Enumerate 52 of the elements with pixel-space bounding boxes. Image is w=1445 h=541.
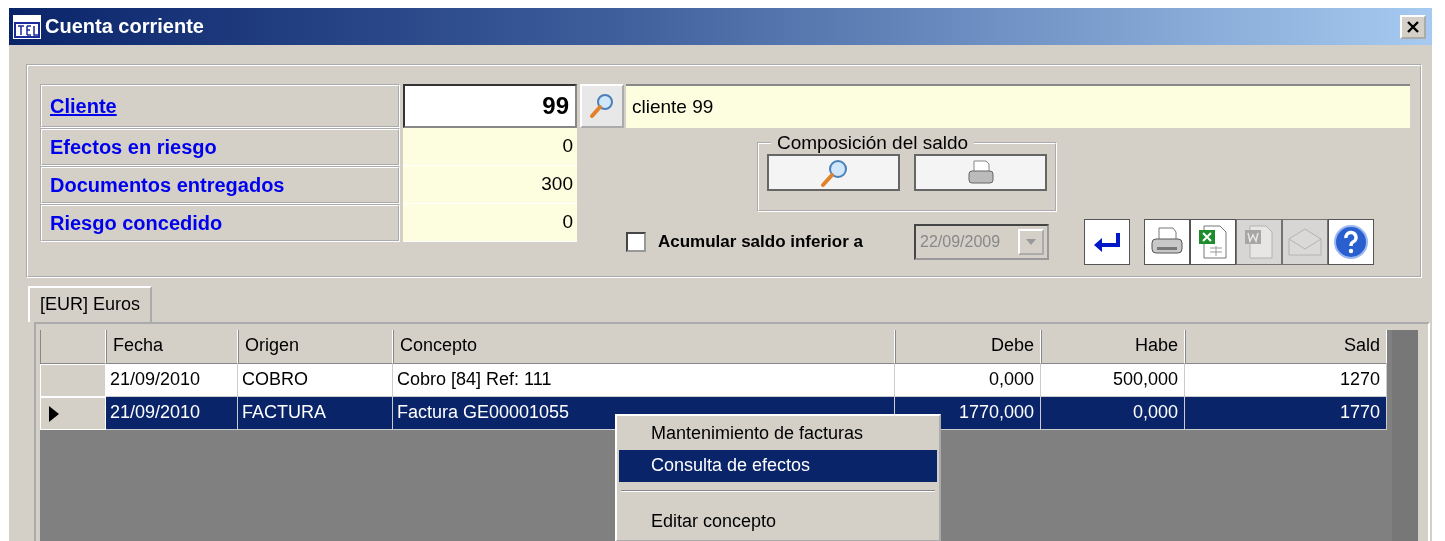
column-header[interactable]: Habe xyxy=(1041,330,1185,364)
print-button[interactable] xyxy=(1144,219,1190,265)
table-cell: FACTURA xyxy=(238,397,393,430)
envelope-icon xyxy=(1287,227,1323,257)
table-cell: 500,000 xyxy=(1041,364,1185,397)
table-cell: COBRO xyxy=(238,364,393,397)
field-label: Efectos en riesgo xyxy=(40,128,400,166)
search-icon xyxy=(588,92,616,120)
value-field: 300 xyxy=(403,166,577,204)
table-cell: 1770 xyxy=(1185,397,1387,430)
return-arrow-icon xyxy=(1092,230,1122,254)
document-icon xyxy=(1242,224,1276,260)
row-pointer-icon xyxy=(49,405,59,422)
column-header[interactable]: Fecha xyxy=(106,330,238,364)
printer-icon xyxy=(965,158,996,187)
table-cell: 0,000 xyxy=(895,364,1041,397)
client-link[interactable]: Cliente xyxy=(40,84,400,128)
close-icon xyxy=(1406,19,1420,34)
client-code-field[interactable]: 99 xyxy=(403,84,577,128)
value-field: 0 xyxy=(403,128,577,166)
help-button[interactable] xyxy=(1328,219,1374,265)
table-cell: 1270 xyxy=(1185,364,1387,397)
dropdown-icon xyxy=(1026,239,1036,245)
column-header[interactable]: Debe xyxy=(895,330,1041,364)
column-header[interactable]: Origen xyxy=(238,330,393,364)
table-cell: Cobro [84] Ref: 111 xyxy=(393,364,895,397)
table-cell: 0,000 xyxy=(1041,397,1185,430)
close-button[interactable] xyxy=(1400,14,1426,39)
view-button[interactable] xyxy=(767,154,900,191)
menu-item[interactable]: Consulta de efectos xyxy=(619,450,937,482)
search-button[interactable] xyxy=(580,84,624,128)
table-row[interactable]: 21/09/2010 COBRO Cobro [84] Ref: 111 0,000 500,000 1270 xyxy=(40,364,1387,397)
window-title: Cuenta corriente xyxy=(45,15,205,38)
value-field: 0 xyxy=(403,204,577,242)
column-header[interactable]: Sald xyxy=(1185,330,1387,364)
excel-button[interactable] xyxy=(1190,219,1236,265)
return-button[interactable] xyxy=(1084,219,1130,265)
currency-tab[interactable]: [EUR] Euros xyxy=(28,286,153,322)
spreadsheet-icon xyxy=(1196,224,1230,260)
menu-item[interactable]: Editar concepto xyxy=(619,506,937,538)
row-header xyxy=(40,330,106,364)
help-icon xyxy=(1333,224,1369,260)
checkbox-label: Acumular saldo inferior a xyxy=(658,232,864,252)
group-title: Composición del saldo xyxy=(776,132,970,154)
app-icon xyxy=(13,14,41,39)
field-label: Riesgo concedido xyxy=(40,204,400,242)
client-name-field[interactable]: cliente 99 xyxy=(626,84,1410,128)
print-button[interactable] xyxy=(914,154,1047,191)
column-header[interactable]: Concepto xyxy=(393,330,895,364)
table-cell: 21/09/2010 xyxy=(106,397,238,430)
field-label: Documentos entregados xyxy=(40,166,400,204)
table-cell: 21/09/2010 xyxy=(106,364,238,397)
